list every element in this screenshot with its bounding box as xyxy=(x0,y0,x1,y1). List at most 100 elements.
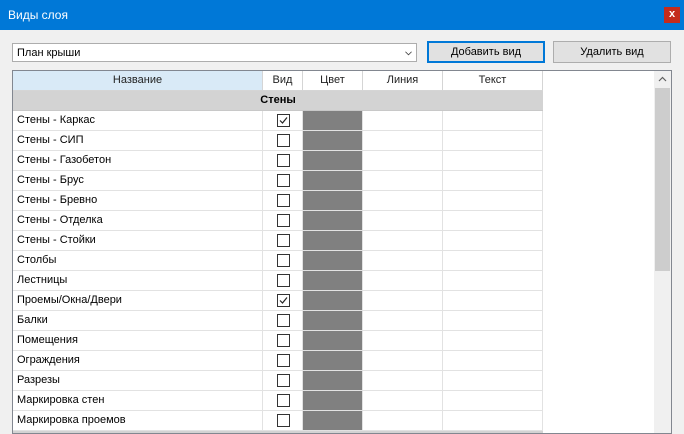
color-swatch[interactable] xyxy=(303,311,363,330)
table-row[interactable]: Балки xyxy=(13,311,543,331)
table-row[interactable]: Стены - СИП xyxy=(13,131,543,151)
line-cell[interactable] xyxy=(363,151,443,170)
text-cell[interactable] xyxy=(443,371,543,390)
view-checkbox[interactable] xyxy=(277,374,290,387)
view-checkbox[interactable] xyxy=(277,214,290,227)
table-row[interactable]: Разрезы xyxy=(13,371,543,391)
text-cell[interactable] xyxy=(443,251,543,270)
view-checkbox[interactable] xyxy=(277,194,290,207)
view-checkbox[interactable] xyxy=(277,114,290,127)
delete-view-button[interactable]: Удалить вид xyxy=(553,41,671,63)
color-swatch[interactable] xyxy=(303,291,363,310)
color-swatch[interactable] xyxy=(303,371,363,390)
table-row[interactable]: Ограждения xyxy=(13,351,543,371)
view-checkbox[interactable] xyxy=(277,334,290,347)
view-cell xyxy=(263,331,303,350)
view-select[interactable]: План крыши xyxy=(12,43,417,62)
table-row[interactable]: Лестницы xyxy=(13,271,543,291)
color-swatch[interactable] xyxy=(303,211,363,230)
color-swatch[interactable] xyxy=(303,411,363,430)
color-swatch[interactable] xyxy=(303,151,363,170)
text-cell[interactable] xyxy=(443,271,543,290)
color-swatch[interactable] xyxy=(303,251,363,270)
color-swatch[interactable] xyxy=(303,131,363,150)
text-cell[interactable] xyxy=(443,311,543,330)
color-swatch[interactable] xyxy=(303,271,363,290)
view-checkbox[interactable] xyxy=(277,254,290,267)
text-cell[interactable] xyxy=(443,211,543,230)
line-cell[interactable] xyxy=(363,331,443,350)
view-checkbox[interactable] xyxy=(277,154,290,167)
table-row[interactable]: Маркировка проемов xyxy=(13,411,543,431)
text-cell[interactable] xyxy=(443,231,543,250)
line-cell[interactable] xyxy=(363,351,443,370)
scroll-up-icon[interactable] xyxy=(654,71,671,88)
line-cell[interactable] xyxy=(363,391,443,410)
color-swatch[interactable] xyxy=(303,351,363,370)
line-cell[interactable] xyxy=(363,371,443,390)
view-checkbox[interactable] xyxy=(277,174,290,187)
line-cell[interactable] xyxy=(363,191,443,210)
close-button[interactable]: x xyxy=(664,7,680,23)
color-swatch[interactable] xyxy=(303,111,363,130)
view-cell xyxy=(263,111,303,130)
view-checkbox[interactable] xyxy=(277,294,290,307)
text-cell[interactable] xyxy=(443,391,543,410)
color-swatch[interactable] xyxy=(303,191,363,210)
window-title: Виды слоя xyxy=(8,8,68,22)
row-name: Стены - Отделка xyxy=(13,211,263,230)
table-row[interactable]: Стены - Отделка xyxy=(13,211,543,231)
text-cell[interactable] xyxy=(443,291,543,310)
line-cell[interactable] xyxy=(363,251,443,270)
text-cell[interactable] xyxy=(443,191,543,210)
add-view-button[interactable]: Добавить вид xyxy=(427,41,545,63)
table-row[interactable]: Стены - Газобетон xyxy=(13,151,543,171)
table-row[interactable]: Стены - Бревно xyxy=(13,191,543,211)
title-bar: Виды слоя x xyxy=(0,0,684,30)
color-swatch[interactable] xyxy=(303,391,363,410)
view-checkbox[interactable] xyxy=(277,274,290,287)
color-swatch[interactable] xyxy=(303,231,363,250)
view-checkbox[interactable] xyxy=(277,354,290,367)
view-checkbox[interactable] xyxy=(277,134,290,147)
column-header-view[interactable]: Вид xyxy=(263,71,303,91)
table-row[interactable]: Помещения xyxy=(13,331,543,351)
line-cell[interactable] xyxy=(363,111,443,130)
color-swatch[interactable] xyxy=(303,171,363,190)
table-row[interactable]: Стены - Брус xyxy=(13,171,543,191)
view-checkbox[interactable] xyxy=(277,314,290,327)
table-row[interactable]: Стены - Стойки xyxy=(13,231,543,251)
text-cell[interactable] xyxy=(443,131,543,150)
column-header-color[interactable]: Цвет xyxy=(303,71,363,91)
line-cell[interactable] xyxy=(363,291,443,310)
text-cell[interactable] xyxy=(443,331,543,350)
line-cell[interactable] xyxy=(363,211,443,230)
table-row[interactable]: Проемы/Окна/Двери xyxy=(13,291,543,311)
view-cell xyxy=(263,351,303,370)
line-cell[interactable] xyxy=(363,311,443,330)
text-cell[interactable] xyxy=(443,411,543,430)
table-row[interactable]: Маркировка стен xyxy=(13,391,543,411)
line-cell[interactable] xyxy=(363,411,443,430)
line-cell[interactable] xyxy=(363,231,443,250)
color-swatch[interactable] xyxy=(303,331,363,350)
line-cell[interactable] xyxy=(363,131,443,150)
view-checkbox[interactable] xyxy=(277,414,290,427)
column-header-line[interactable]: Линия xyxy=(363,71,443,91)
view-checkbox[interactable] xyxy=(277,394,290,407)
line-cell[interactable] xyxy=(363,271,443,290)
view-cell xyxy=(263,391,303,410)
view-checkbox[interactable] xyxy=(277,234,290,247)
text-cell[interactable] xyxy=(443,171,543,190)
row-name: Разрезы xyxy=(13,371,263,390)
column-header-name[interactable]: Название xyxy=(13,71,263,91)
scrollbar-thumb[interactable] xyxy=(655,88,670,271)
table-row[interactable]: Стены - Каркас xyxy=(13,111,543,131)
text-cell[interactable] xyxy=(443,111,543,130)
vertical-scrollbar[interactable] xyxy=(654,71,671,433)
column-header-text[interactable]: Текст xyxy=(443,71,543,91)
text-cell[interactable] xyxy=(443,351,543,370)
text-cell[interactable] xyxy=(443,151,543,170)
line-cell[interactable] xyxy=(363,171,443,190)
table-row[interactable]: Столбы xyxy=(13,251,543,271)
